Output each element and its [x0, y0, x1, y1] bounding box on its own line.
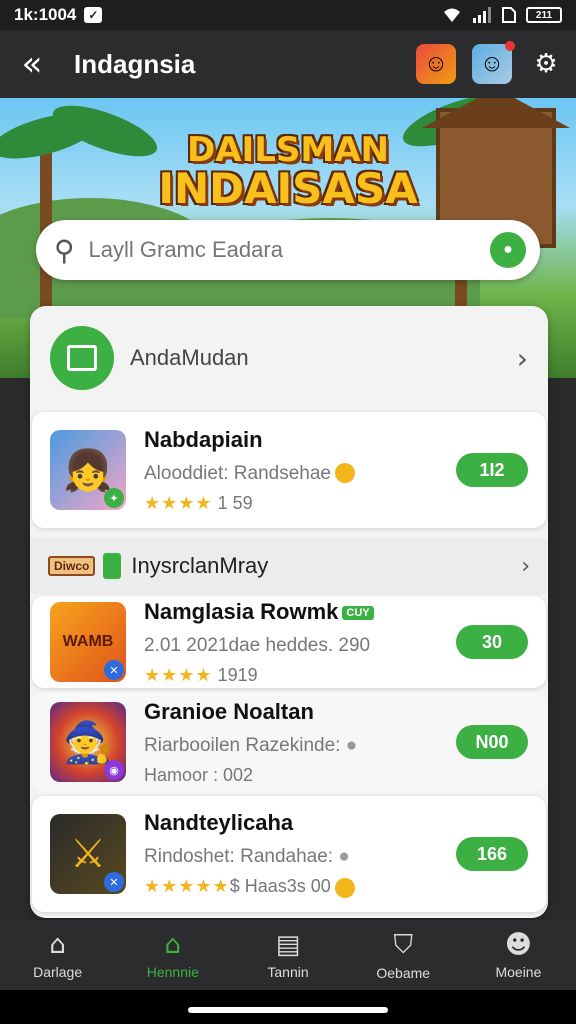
clipboard-icon: ▤ — [275, 930, 301, 960]
game-info: Nandteylicaha Rindoshet: Randahae: ● ★★★… — [144, 810, 456, 898]
game-title: Nabdapiain — [144, 426, 263, 452]
nav-label: Moeine — [495, 964, 542, 980]
notification-check-icon: ✓ — [84, 7, 103, 23]
info-icon: ● — [345, 734, 358, 756]
warrior-character-icon: ⚔ — [70, 832, 106, 876]
chevron-right-icon: › — [516, 341, 528, 375]
game-rating: ★★★★★$ Haas3s 00 — [144, 876, 456, 898]
double-chevron-left-icon: « — [21, 44, 43, 84]
game-title: Nandteylicaha — [144, 810, 294, 836]
hero-character-icon: 🧙 — [63, 720, 113, 765]
game-meta: Hamoor : 002 — [144, 764, 254, 785]
get-button[interactable]: 30 — [456, 625, 528, 659]
signal-icon — [472, 7, 492, 23]
coin-icon — [334, 877, 355, 898]
game-rating: ★★★★ 1919 — [144, 664, 258, 685]
game-thumbnail: 👧 ✦ — [50, 430, 126, 510]
store-icon: ⌂ — [164, 930, 182, 960]
game-subtitle: Rindoshet: Randahae: ● — [144, 846, 350, 868]
settings-button[interactable]: ⚙ — [528, 49, 564, 79]
section-header[interactable]: Diwco InysrclanMray › — [30, 538, 548, 594]
nav-item-shield[interactable]: ⛉ Oebame — [346, 920, 461, 990]
game-thumbnail: WAMB ✕ — [50, 602, 126, 682]
status-time: 1k:1004 — [14, 5, 77, 24]
game-info: Granioe Noaltan Riarbooilen Razekinde: ●… — [144, 699, 456, 786]
game-list-item[interactable]: ⚔ ✕ Nandteylicaha Rindoshet: Randahae: ●… — [32, 796, 546, 912]
category-label: AndaMudan — [130, 345, 249, 370]
nav-item-home[interactable]: ⌂ Darlage — [0, 920, 115, 990]
platform-badge-icon: ◉ — [104, 760, 124, 780]
banner-roof — [422, 98, 570, 128]
game-list-item[interactable]: WAMB ✕ Namglasia Rowmk CUY 2.01 2021dae h… — [32, 596, 546, 688]
section-chip: Diwco — [48, 556, 96, 576]
search-input[interactable] — [88, 237, 490, 263]
game-logo-line2: INDAISASA — [158, 164, 418, 213]
girl-character-icon: 👧 — [63, 448, 113, 493]
featured-game-card[interactable]: 👧 ✦ Nabdapiain Alooddiet: Randsehae ★★★★… — [32, 412, 546, 528]
shield-icon: ⛉ — [393, 929, 413, 960]
search-bar[interactable]: ⚲ ● — [36, 220, 540, 280]
nav-item-profile[interactable]: ☻ Moeine — [461, 920, 576, 990]
nav-label: Tannin — [267, 964, 309, 980]
page-title: Indagnsia — [74, 48, 196, 79]
sim-icon — [502, 7, 516, 23]
game-info: Namglasia Rowmk CUY 2.01 2021dae heddes. … — [144, 599, 456, 686]
game-thumbnail: ⚔ ✕ — [50, 814, 126, 894]
chevron-right-icon: › — [521, 553, 530, 579]
star-rating-icon: ★★★★★ — [144, 876, 230, 897]
section-label: InysrclanMray — [131, 553, 269, 578]
game-list-item[interactable]: 🧙 ◉ Granioe Noaltan Riarbooilen Razekind… — [32, 692, 546, 792]
category-row[interactable]: AndaMudan › — [30, 306, 548, 410]
search-icon: ⚲ — [54, 233, 75, 267]
star-rating-icon: ★★★★ — [144, 492, 213, 513]
game-title: Namglasia Rowmk CUY — [144, 599, 456, 625]
game-subtitle: 2.01 2021dae heddes. 290 — [144, 634, 371, 656]
game-subtitle: Alooddiet: Randsehae — [144, 463, 456, 485]
platform-badge-icon: ✦ — [104, 488, 124, 508]
game-tag: CUY — [342, 605, 374, 620]
game-title: Granioe Noaltan — [144, 698, 314, 724]
chat-bubble-icon[interactable]: ● — [490, 232, 526, 268]
nav-label: Oebame — [376, 964, 431, 981]
bag-icon — [50, 326, 114, 390]
back-button[interactable]: « — [12, 44, 52, 84]
get-button[interactable]: 1I2 — [456, 453, 528, 487]
platform-badge-icon: ✕ — [104, 872, 124, 892]
profile-icon: ☻ — [504, 930, 532, 960]
home-icon: ⌂ — [49, 930, 66, 960]
game-subtitle: Riarbooilen Razekinde: ● — [144, 734, 358, 756]
game-thumbnail: 🧙 ◉ — [50, 702, 126, 782]
avatar[interactable]: ☺ — [416, 44, 456, 84]
home-indicator[interactable] — [188, 1007, 388, 1013]
game-logo-icon: WAMB — [62, 633, 114, 650]
battery-icon: 211 — [526, 7, 562, 23]
get-button[interactable]: N00 — [456, 725, 528, 759]
avatar-with-notification[interactable]: ☺ — [472, 41, 515, 84]
game-info: Nabdapiain Alooddiet: Randsehae ★★★★ 1 5… — [144, 427, 456, 514]
notification-dot — [505, 41, 515, 51]
nav-label: Hennnie — [146, 964, 199, 980]
gear-icon: ⚙ — [534, 49, 558, 79]
face-icon: ☺ — [423, 50, 449, 77]
flag-icon — [103, 553, 122, 579]
nav-label: Darlage — [33, 964, 83, 980]
info-icon: ● — [338, 846, 350, 868]
bottom-navigation: ⌂ Darlage ⌂ Hennnie ▤ Tannin ⛉ Oebame ☻ … — [0, 920, 576, 990]
wifi-icon — [442, 7, 462, 23]
nav-item-tasks[interactable]: ▤ Tannin — [230, 920, 345, 990]
platform-badge-icon: ✕ — [104, 660, 124, 680]
app-bar: « Indagnsia ☺ ☺ ⚙ — [0, 30, 576, 98]
game-list-panel: AndaMudan › 👧 ✦ Nabdapiain Alooddiet: Ra… — [30, 306, 548, 918]
coin-icon — [334, 463, 355, 484]
nav-item-store[interactable]: ⌂ Hennnie — [115, 920, 230, 990]
face-icon: ☺ — [479, 50, 505, 77]
status-bar: 1k:1004 ✓ 211 — [0, 0, 576, 30]
game-rating: ★★★★ 1 59 — [144, 492, 253, 513]
star-rating-icon: ★★★★ — [144, 664, 213, 685]
get-button[interactable]: 166 — [456, 837, 528, 871]
